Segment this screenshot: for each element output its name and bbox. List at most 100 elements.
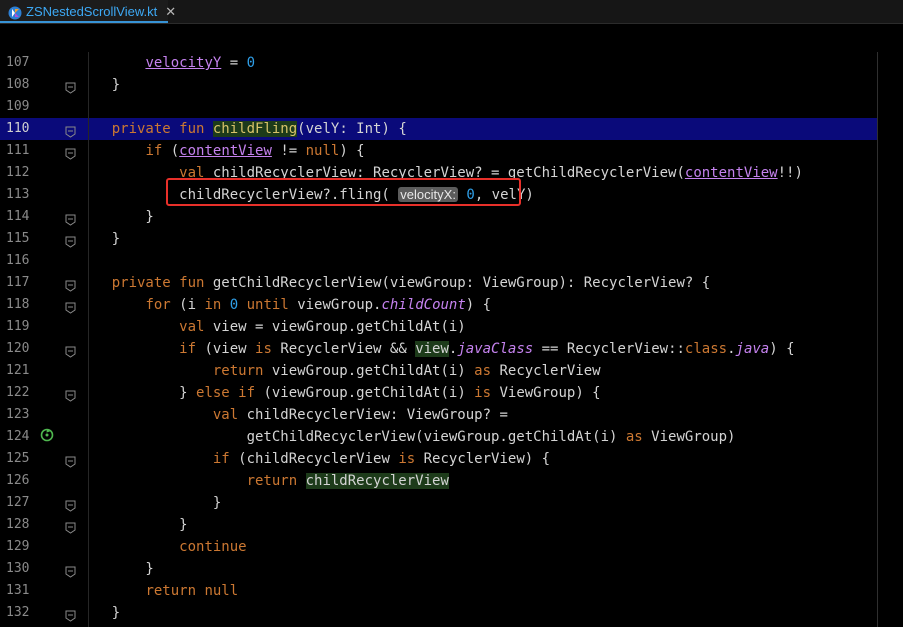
code-token: velocityY — [145, 55, 222, 71]
code-token: childRecyclerView: ViewGroup? = — [246, 407, 508, 423]
code-line[interactable]: 115 } — [0, 228, 877, 250]
line-number: 114 — [6, 209, 30, 224]
code-token: as — [474, 363, 500, 379]
code-text: if (view is RecyclerView && view. javaCla… — [78, 338, 795, 360]
code-token: contentView — [684, 165, 778, 181]
line-number: 111 — [6, 143, 30, 158]
fold-marker-icon[interactable] — [65, 519, 76, 534]
fold-marker-icon[interactable] — [65, 497, 76, 512]
code-token: } — [78, 605, 121, 621]
code-text: if (childRecyclerView is RecyclerView) { — [78, 448, 550, 470]
close-tab-icon[interactable]: ✕ — [165, 4, 176, 20]
code-token: != — [271, 143, 306, 159]
code-token: RecyclerView) { — [423, 451, 551, 467]
code-token: } — [78, 231, 121, 247]
code-line[interactable]: 111 if (contentView != null) { — [0, 140, 877, 162]
code-token: (childRecyclerView — [238, 451, 399, 467]
code-text: continue — [78, 536, 246, 558]
code-token: ( — [170, 143, 180, 159]
code-line[interactable]: 120 if (view is RecyclerView && view.jav… — [0, 338, 877, 360]
code-text: return null — [78, 580, 238, 602]
code-token: } — [78, 495, 222, 511]
code-token: (viewGroup.getChildAt(i) — [263, 385, 475, 401]
code-line[interactable]: 127 } — [0, 492, 877, 514]
code-line[interactable]: 117 private fun getChildRecyclerView(vie… — [0, 272, 877, 294]
code-token: contentView — [179, 143, 272, 159]
code-line[interactable]: 126 return childRecyclerView — [0, 470, 877, 492]
code-line[interactable]: 132 } — [0, 602, 877, 624]
fold-marker-icon[interactable] — [65, 299, 76, 314]
code-line[interactable]: 108 } — [0, 74, 877, 96]
code-line[interactable]: 130 } — [0, 558, 877, 580]
code-text: } — [78, 558, 153, 580]
code-token: java — [735, 341, 770, 357]
code-line[interactable]: 116 — [0, 250, 877, 272]
fold-marker-icon[interactable] — [65, 79, 76, 94]
code-token: else if — [196, 385, 264, 401]
code-token: 0 — [229, 297, 239, 313]
fold-marker-icon[interactable] — [65, 145, 76, 160]
code-line[interactable]: 122 } else if (viewGroup.getChildAt(i) i… — [0, 382, 877, 404]
code-token: private fun — [111, 275, 213, 291]
code-text: private fun childFling(velY: Int) { — [78, 118, 407, 140]
line-number: 112 — [6, 165, 30, 180]
code-token: is — [474, 385, 500, 401]
code-editor[interactable]: 107 velocityY = 0 108 } 109 110 private fun… — [0, 52, 903, 627]
fold-marker-icon[interactable] — [65, 343, 76, 358]
fold-marker-icon[interactable] — [65, 277, 76, 292]
code-token: childRecyclerView — [305, 473, 449, 489]
line-number: 123 — [6, 407, 30, 422]
line-number: 109 — [6, 99, 30, 114]
fold-marker-icon[interactable] — [65, 211, 76, 226]
editor-tab-bar: ZSNestedScrollView.kt ✕ — [0, 0, 903, 24]
line-number: 124 — [6, 429, 30, 444]
code-line[interactable]: 119 val view = viewGroup.getChildAt(i) — [0, 316, 877, 338]
code-token: getChildRecyclerView(viewGroup.getChildA… — [78, 429, 626, 445]
tab-zsnestedscrollview[interactable]: ZSNestedScrollView.kt ✕ — [0, 0, 176, 23]
code-line[interactable]: 107 velocityY = 0 — [0, 52, 877, 74]
fold-marker-icon[interactable] — [65, 123, 76, 138]
code-line[interactable]: 109 — [0, 96, 877, 118]
code-text: } — [78, 206, 153, 228]
code-line[interactable]: 118 for (i in 0 until viewGroup.childCou… — [0, 294, 877, 316]
line-number: 118 — [6, 297, 30, 312]
code-text: } — [78, 602, 120, 624]
code-text: } — [78, 514, 188, 536]
code-token: for — [145, 297, 180, 313]
code-token: viewGroup. — [297, 297, 382, 313]
fold-marker-icon[interactable] — [65, 563, 76, 578]
line-number: 132 — [6, 605, 30, 620]
code-token: } — [78, 517, 188, 533]
code-line[interactable]: 123 val childRecyclerView: ViewGroup? = — [0, 404, 877, 426]
line-number: 116 — [6, 253, 30, 268]
code-token: (i — [179, 297, 205, 313]
line-number: 119 — [6, 319, 30, 334]
code-line[interactable]: 124 getChildRecyclerView(viewGroup.getCh… — [0, 426, 877, 448]
fold-marker-icon[interactable] — [65, 453, 76, 468]
code-token: until — [246, 297, 298, 313]
code-line[interactable]: 131 return null — [0, 580, 877, 602]
gutter-separator — [88, 52, 89, 627]
code-line[interactable]: 129 continue — [0, 536, 877, 558]
code-token: ) { — [339, 143, 365, 159]
code-line[interactable]: 121 return viewGroup.getChildAt(i) as Re… — [0, 360, 877, 382]
code-line[interactable]: 114 } — [0, 206, 877, 228]
code-line[interactable]: 110 private fun childFling(velY: Int) { — [0, 118, 877, 140]
code-line[interactable]: 125 if (childRecyclerView is RecyclerVie… — [0, 448, 877, 470]
fold-marker-icon[interactable] — [65, 233, 76, 248]
code-token: ) { — [769, 341, 795, 357]
code-text: val childRecyclerView: ViewGroup? = — [78, 404, 508, 426]
code-line[interactable]: 128 } — [0, 514, 877, 536]
line-number: 130 — [6, 561, 30, 576]
line-number: 127 — [6, 495, 30, 510]
line-number: 122 — [6, 385, 30, 400]
fold-marker-icon[interactable] — [65, 387, 76, 402]
active-tab-underline — [0, 21, 168, 23]
code-token: getChildRecyclerView(viewGroup: ViewGrou… — [212, 275, 711, 291]
editor-toolstrip — [0, 24, 903, 53]
fold-marker-icon[interactable] — [65, 607, 76, 622]
code-text: return viewGroup.getChildAt(i) as Recycl… — [78, 360, 601, 382]
